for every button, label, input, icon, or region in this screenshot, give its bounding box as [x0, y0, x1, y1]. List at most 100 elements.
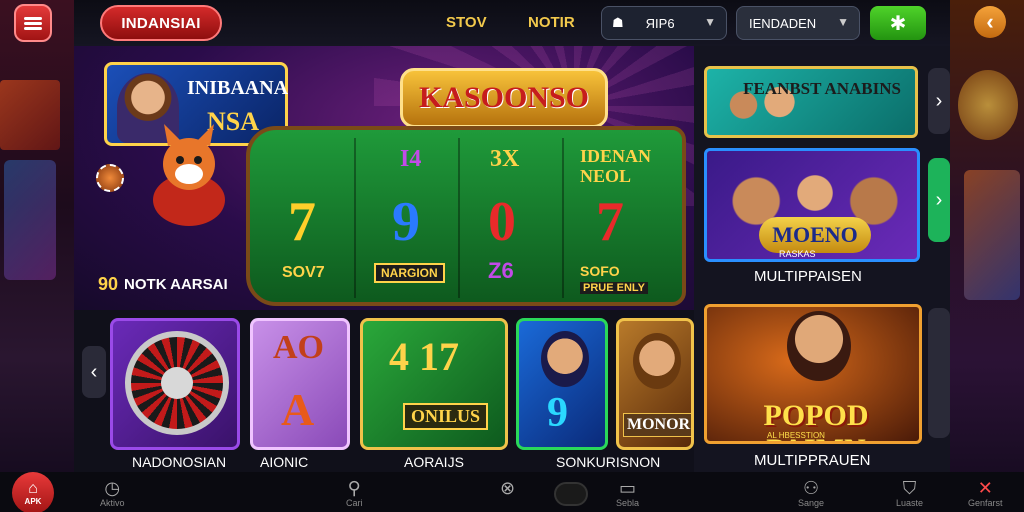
- reel-1-header: I4: [400, 146, 422, 172]
- right-arcade-background: [950, 0, 1024, 512]
- promo-card-3[interactable]: POPOD PAIMN AL HBESSTION: [704, 304, 922, 444]
- nav-item-live[interactable]: ▭ Sebla: [616, 478, 639, 508]
- game-tile-monor[interactable]: MONOR: [616, 318, 694, 450]
- game-tile-text: AO: [273, 329, 324, 366]
- back-button[interactable]: ‹: [974, 6, 1006, 38]
- nav-item-support[interactable]: ✕ Genfarst: [968, 478, 1003, 508]
- reel-4-footer-value: SOFO: [580, 263, 620, 279]
- game-tile-text: 4 17: [389, 334, 459, 379]
- sparkle-icon: ✱: [889, 12, 907, 35]
- scroll-left-button[interactable]: ‹: [82, 346, 106, 398]
- reel-2-symbol: 9: [392, 191, 420, 253]
- game-tile-text: A: [281, 384, 315, 435]
- reel-divider: [458, 138, 460, 298]
- game-tile-onilus[interactable]: 4 17 ONILUS: [360, 318, 508, 450]
- game-tile-aonic[interactable]: AO A: [250, 318, 350, 450]
- nav-item-games[interactable]: ⚇ Sange: [798, 478, 824, 508]
- promo-card-1-title: FEANBST ANABINS: [743, 79, 901, 98]
- game-label: NADONOSIAN: [132, 454, 227, 470]
- promo-card-1[interactable]: FEANBST ANABINS: [704, 66, 918, 138]
- game-tile-roulette[interactable]: [110, 318, 240, 450]
- reel-2-footer: NARGION: [374, 263, 445, 283]
- featured-slot-banner[interactable]: INIBAANA NSA KASOONSO I4 3X IDENAN NEOL …: [74, 46, 694, 310]
- character-portrait: [541, 331, 589, 387]
- reel-3-footer: Z6: [488, 258, 514, 283]
- chevron-right-icon: ›: [935, 188, 943, 211]
- arcade-machine-decoration: [964, 170, 1020, 300]
- promo-card-2-subtitle: RASKAS: [779, 249, 816, 259]
- nav-item-shop[interactable]: ⛉ Luaste: [896, 478, 923, 508]
- menu-button[interactable]: [14, 4, 52, 42]
- nav-item-label: Luaste: [896, 498, 924, 508]
- chevron-left-icon: ‹: [90, 360, 98, 383]
- scroll-right-button[interactable]: ›: [928, 68, 950, 134]
- nav-item-spin[interactable]: ⊗: [500, 478, 515, 498]
- nav-item-label: Genfarst: [968, 498, 1003, 508]
- reel-4-extra: PRUE ENLY: [580, 282, 648, 294]
- game-tile-text: ONILUS: [403, 403, 489, 430]
- promo-card-2[interactable]: MOENO RASKAS: [704, 148, 920, 262]
- nav-item-label: Cari: [346, 498, 363, 508]
- game-label: AORAIJS: [404, 454, 464, 470]
- gamepad-icon: ⚇: [802, 478, 820, 498]
- region-dropdown-value: ЯIP6: [645, 15, 675, 31]
- left-arcade-background: [0, 0, 74, 512]
- robot-icon: ☗: [612, 15, 624, 30]
- host-badge-title: INIBAANA: [187, 77, 289, 99]
- game-tile-nine[interactable]: 9: [516, 318, 608, 450]
- game-tile-text: MONOR: [623, 413, 691, 437]
- reel-3-symbol: 0: [488, 191, 516, 253]
- promo-card-2-label: MULTIPPAISEN: [754, 268, 862, 285]
- promo-column: FEANBST ANABINS MOENO RASKAS MULTIPPAISE…: [694, 46, 950, 472]
- reel-4-footer: SOFO PRUE ENLY: [580, 264, 648, 296]
- brand-button[interactable]: INDANSIAI: [100, 5, 222, 41]
- apk-download-button[interactable]: ⌂ APK: [12, 472, 54, 512]
- slot-title-sign: KASOONSO: [400, 68, 608, 128]
- game-tile-text: 9: [547, 390, 568, 436]
- reel-4-header: IDENAN NEOL: [580, 146, 652, 186]
- slot-reels[interactable]: I4 3X IDENAN NEOL 7 9 0 7 SOV7 NARGION Z…: [246, 126, 686, 306]
- promo-character: [787, 311, 851, 381]
- chevron-down-icon: ▼: [837, 15, 849, 29]
- nav-item-activity[interactable]: ◷ Aktivo: [100, 478, 125, 508]
- scrollbar[interactable]: [928, 308, 950, 438]
- bonus-number: 90: [98, 274, 119, 294]
- chevron-right-icon: ›: [935, 89, 943, 112]
- top-bar: INDANSIAI STOV NOTIR ☗ ЯIP6 ▼ IENDADEN ▼…: [74, 0, 950, 46]
- nav-link-stov[interactable]: STOV: [446, 14, 487, 31]
- character-portrait: [633, 333, 681, 389]
- nav-link-notir[interactable]: NOTIR: [528, 14, 575, 31]
- language-dropdown[interactable]: IENDADEN ▼: [736, 6, 860, 40]
- reel-1-symbol: 7: [288, 191, 316, 253]
- search-icon: ⚲: [347, 478, 361, 498]
- casino-chip-icon: [96, 164, 124, 192]
- promo-card-3-subtitle: AL HBESSTION: [767, 431, 825, 440]
- region-dropdown[interactable]: ☗ ЯIP6 ▼: [601, 6, 727, 40]
- bonus-info: 90 NOTK AARSAI: [98, 274, 228, 295]
- roulette-wheel-icon: [125, 331, 229, 435]
- clock-icon: ◷: [104, 478, 121, 498]
- reel-4-symbol: 7: [596, 191, 624, 253]
- nav-item-label: Aktivo: [100, 498, 125, 508]
- spinner-icon: ⊗: [500, 478, 516, 498]
- quick-action-button[interactable]: ✱: [870, 6, 926, 40]
- nav-item-search[interactable]: ⚲ Cari: [346, 478, 363, 508]
- reel-2-header: 3X: [490, 146, 520, 172]
- reel-1-footer: SOV7: [282, 264, 325, 281]
- reel-divider: [354, 138, 356, 298]
- promo-card-3-label: MULTIPPRAUEN: [754, 452, 871, 469]
- arcade-machine-decoration: [4, 160, 56, 280]
- arcade-machine-decoration: [958, 70, 1018, 140]
- chevron-left-icon: ‹: [986, 9, 994, 34]
- apk-label: APK: [24, 496, 42, 506]
- game-label: SONKURISNON: [556, 454, 661, 470]
- fox-mascot: [153, 124, 225, 226]
- promo-card-2-logo: MOENO: [759, 217, 871, 253]
- bag-icon: ⛉: [902, 478, 917, 498]
- nav-item-label: Sange: [798, 498, 825, 508]
- center-home-button[interactable]: [554, 482, 588, 506]
- game-label: AIONIC: [260, 454, 309, 470]
- tv-icon: ▭: [619, 478, 637, 498]
- nav-item-label: Sebla: [616, 498, 640, 508]
- scroll-right-button[interactable]: ›: [928, 158, 950, 242]
